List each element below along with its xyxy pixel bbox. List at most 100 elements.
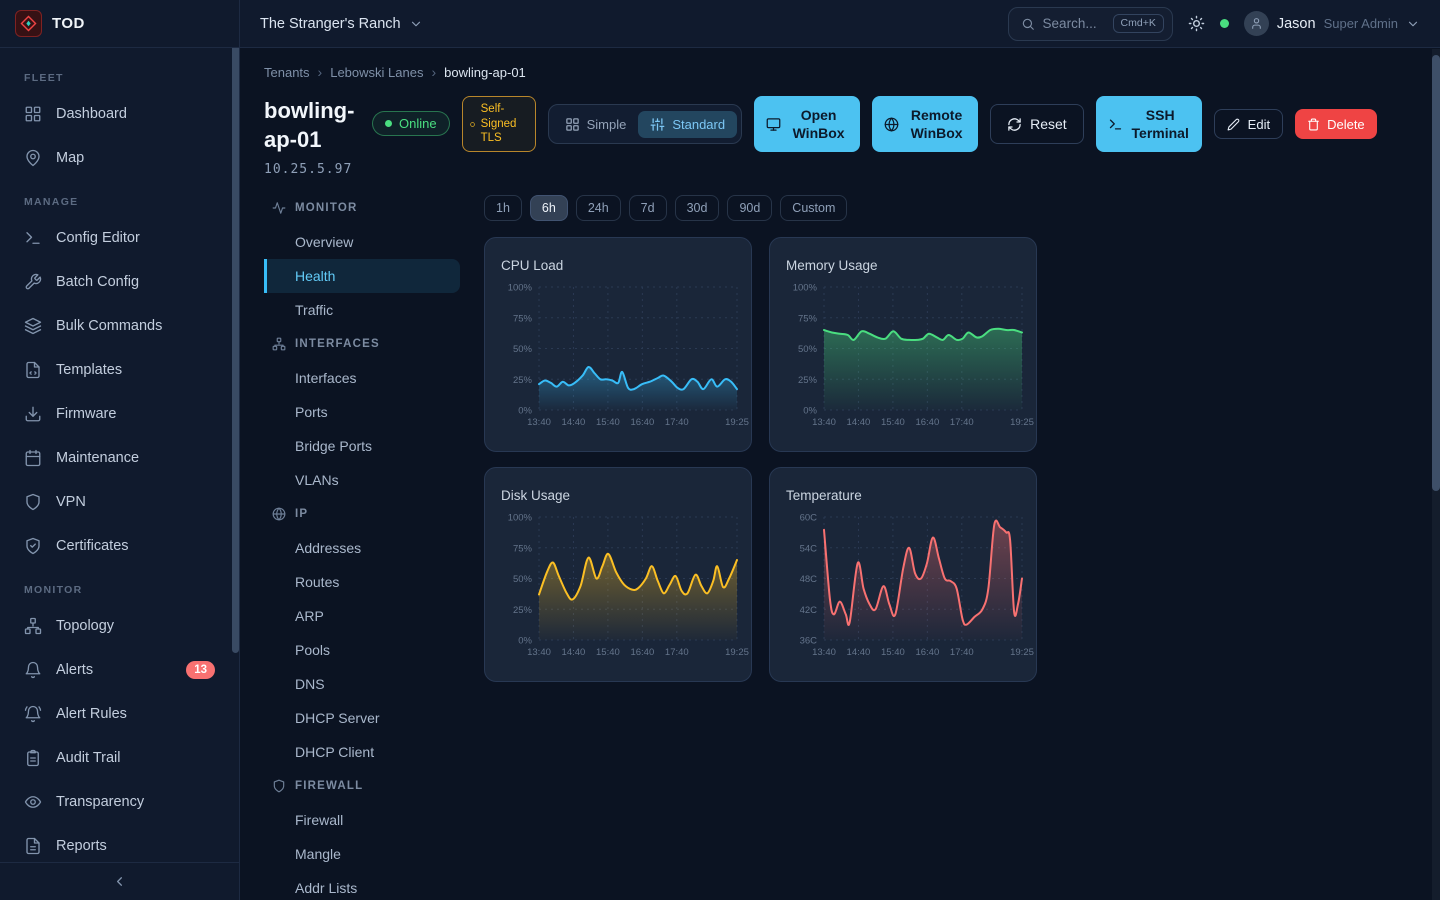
subnav-item-ports[interactable]: Ports [264, 395, 460, 429]
svg-text:16:40: 16:40 [915, 417, 939, 428]
subnav-item-traffic[interactable]: Traffic [264, 293, 460, 327]
reset-button[interactable]: Reset [990, 104, 1084, 144]
device-subnav: MONITOROverviewHealthTrafficINTERFACESIn… [264, 191, 460, 900]
sidebar-item-dashboard[interactable]: Dashboard [0, 92, 239, 136]
tod-logo-icon[interactable] [15, 10, 42, 37]
user-icon [1250, 17, 1263, 30]
breadcrumb-tenants[interactable]: Tenants [264, 65, 310, 80]
sidebar-item-bulk-commands[interactable]: Bulk Commands [0, 304, 239, 348]
subnav-item-routes[interactable]: Routes [264, 565, 460, 599]
view-mode-toggle: SimpleStandard [548, 104, 743, 144]
timerange-24h[interactable]: 24h [576, 195, 621, 221]
svg-text:25%: 25% [513, 375, 533, 386]
sidebar-item-reports[interactable]: Reports [0, 824, 239, 862]
ssh-terminal-button[interactable]: SSH Terminal [1096, 96, 1202, 152]
map-pin-icon [24, 149, 42, 167]
sidebar-item-alerts[interactable]: Alerts13 [0, 648, 239, 692]
subnav-item-dhcp-server[interactable]: DHCP Server [264, 701, 460, 735]
timerange-30d[interactable]: 30d [675, 195, 720, 221]
search-box[interactable]: Cmd+K [1008, 7, 1173, 41]
sidebar-item-transparency[interactable]: Transparency [0, 780, 239, 824]
edit-button[interactable]: Edit [1214, 109, 1283, 139]
subnav-item-interfaces[interactable]: Interfaces [264, 361, 460, 395]
chart-card-disk-usage: Disk Usage0%25%50%75%100%13:4014:4015:40… [484, 467, 752, 682]
grid-icon [565, 117, 580, 132]
subnav-item-mangle[interactable]: Mangle [264, 837, 460, 871]
sidebar-item-certificates[interactable]: Certificates [0, 524, 239, 568]
svg-text:25%: 25% [798, 375, 818, 386]
file-text-icon [24, 837, 42, 855]
timerange-7d[interactable]: 7d [629, 195, 667, 221]
svg-text:17:40: 17:40 [665, 417, 689, 428]
sidebar-item-label: Map [56, 150, 84, 166]
sidebar-item-audit-trail[interactable]: Audit Trail [0, 736, 239, 780]
file-icon [24, 361, 42, 379]
sidebar-item-label: Bulk Commands [56, 318, 162, 334]
download-icon [24, 405, 42, 423]
breadcrumb-lebowski-lanes[interactable]: Lebowski Lanes [330, 65, 423, 80]
status-badge-online: Online [372, 111, 450, 136]
open-winbox-button[interactable]: Open WinBox [754, 96, 860, 152]
theme-toggle-button[interactable] [1188, 15, 1205, 32]
svg-text:13:40: 13:40 [527, 647, 551, 658]
subnav-item-health[interactable]: Health [264, 259, 460, 293]
terminal-icon [1108, 117, 1123, 132]
delete-button[interactable]: Delete [1295, 109, 1377, 139]
main-scrollbar-thumb[interactable] [1432, 55, 1440, 491]
breadcrumb-separator: › [318, 64, 323, 80]
sidebar-item-maintenance[interactable]: Maintenance [0, 436, 239, 480]
dashboard-icon [24, 105, 42, 123]
svg-text:16:40: 16:40 [630, 647, 654, 658]
subnav-item-overview[interactable]: Overview [264, 225, 460, 259]
subnav-item-addresses[interactable]: Addresses [264, 531, 460, 565]
chart-title: Memory Usage [786, 258, 1020, 273]
subnav-item-dns[interactable]: DNS [264, 667, 460, 701]
device-title-block: bowling-ap-01 10.25.5.97 [264, 96, 358, 177]
svg-text:15:40: 15:40 [596, 417, 620, 428]
sidebar-collapse-button[interactable] [0, 862, 239, 900]
sidebar-item-templates[interactable]: Templates [0, 348, 239, 392]
sidebar-item-alert-rules[interactable]: Alert Rules [0, 692, 239, 736]
subnav-item-firewall[interactable]: Firewall [264, 803, 460, 837]
subnav-section-interfaces: INTERFACES [264, 327, 460, 361]
view-mode-standard[interactable]: Standard [638, 111, 737, 138]
chart-card-temperature: Temperature36C42C48C54C60C13:4014:4015:4… [769, 467, 1037, 682]
network-icon [272, 337, 286, 351]
sidebar-item-vpn[interactable]: VPN [0, 480, 239, 524]
subnav-item-bridge-ports[interactable]: Bridge Ports [264, 429, 460, 463]
sidebar-section-label-fleet: FLEET [24, 72, 215, 84]
subnav-item-arp[interactable]: ARP [264, 599, 460, 633]
sidebar-section-label-monitor: MONITOR [24, 584, 215, 596]
sidebar-item-label: Topology [56, 618, 114, 634]
sidebar-item-topology[interactable]: Topology [0, 604, 239, 648]
subnav-item-vlans[interactable]: VLANs [264, 463, 460, 497]
page-header: bowling-ap-01 10.25.5.97 Online Self-Sig… [264, 96, 1416, 177]
sidebar-item-firmware[interactable]: Firmware [0, 392, 239, 436]
timerange-90d[interactable]: 90d [727, 195, 772, 221]
chart-card-cpu-load: CPU Load0%25%50%75%100%13:4014:4015:4016… [484, 237, 752, 452]
sidebar-scrollbar[interactable] [232, 48, 239, 653]
svg-text:17:40: 17:40 [665, 647, 689, 658]
sidebar-item-config-editor[interactable]: Config Editor [0, 216, 239, 260]
tls-warning-badge: Self-Signed TLS [462, 96, 536, 152]
online-dot-icon [385, 120, 392, 127]
view-mode-simple[interactable]: Simple [553, 111, 639, 138]
subnav-item-dhcp-client[interactable]: DHCP Client [264, 735, 460, 769]
timerange-1h[interactable]: 1h [484, 195, 522, 221]
tenant-selector[interactable]: The Stranger's Ranch [260, 16, 423, 32]
content: Tenants›Lebowski Lanes›bowling-ap-01 bow… [240, 48, 1440, 900]
subnav-item-addr-lists[interactable]: Addr Lists [264, 871, 460, 900]
svg-text:19:25: 19:25 [1010, 417, 1034, 428]
sidebar-item-map[interactable]: Map [0, 136, 239, 180]
user-menu[interactable]: Jason Super Admin [1244, 11, 1420, 36]
timerange-custom[interactable]: Custom [780, 195, 847, 221]
sidebar-item-batch-config[interactable]: Batch Config [0, 260, 239, 304]
svg-text:100%: 100% [793, 283, 818, 294]
search-input[interactable] [1043, 16, 1105, 31]
subnav-item-pools[interactable]: Pools [264, 633, 460, 667]
timerange-6h[interactable]: 6h [530, 195, 568, 221]
main-scrollbar-track[interactable] [1432, 49, 1440, 900]
sidebar-item-label: Batch Config [56, 274, 139, 290]
sun-icon [1188, 15, 1205, 32]
remote-winbox-button[interactable]: Remote WinBox [872, 96, 978, 152]
